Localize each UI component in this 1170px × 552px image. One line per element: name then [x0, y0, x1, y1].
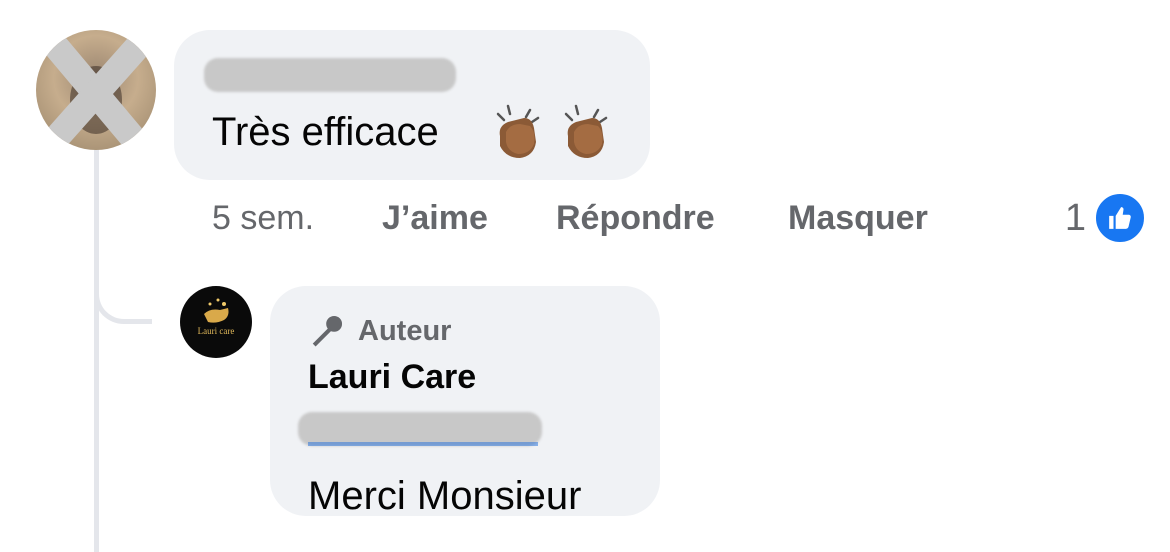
comment-timestamp[interactable]: 5 sem. [212, 196, 314, 240]
reply-button[interactable]: Répondre [556, 196, 715, 240]
commenter-avatar[interactable] [36, 30, 156, 150]
thread-connector [94, 250, 152, 324]
redaction-x-mark [41, 31, 153, 150]
author-badge: Auteur [308, 312, 451, 350]
reply-text: Merci Monsieur [308, 474, 582, 518]
reply-author-name[interactable]: Lauri Care [308, 358, 476, 397]
mention-underline [308, 442, 538, 446]
logo-text: Lauri care [197, 326, 235, 336]
mention-remnant [308, 418, 538, 448]
clapping-hands-emoji [565, 104, 608, 158]
like-button[interactable]: J’aime [382, 196, 488, 240]
reaction-count: 1 [1064, 196, 1086, 239]
emoji-group [490, 102, 622, 165]
reaction-summary[interactable]: 1 [1065, 192, 1146, 244]
hide-button[interactable]: Masquer [788, 196, 928, 240]
thread-line [94, 148, 99, 552]
microphone-icon [312, 315, 343, 347]
page-avatar[interactable]: Lauri care [180, 286, 252, 358]
like-icon [1094, 192, 1146, 244]
clapping-hands-emoji [496, 104, 540, 158]
author-badge-label: Auteur [358, 314, 452, 347]
lauri-care-logo [204, 298, 229, 323]
comment-text: Très efficace [212, 110, 439, 154]
redacted-author-name [204, 58, 456, 92]
